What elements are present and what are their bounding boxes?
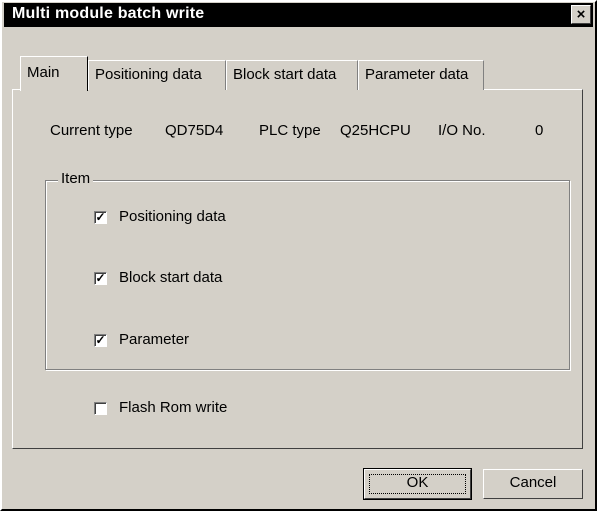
checkbox-label: Block start data (119, 269, 223, 286)
title-bar[interactable]: Multi module batch write × (4, 3, 593, 27)
plc-type-value: Q25HCPU (340, 122, 411, 139)
check-icon: ✓ (95, 333, 106, 347)
tab-positioning-data[interactable]: Positioning data (88, 60, 226, 90)
plc-type-label: PLC type (259, 122, 321, 139)
tab-block-start-data[interactable]: Block start data (226, 60, 358, 90)
current-type-value: QD75D4 (165, 122, 224, 139)
checkbox-box[interactable]: ✓ (94, 334, 107, 347)
tab-label: Main (27, 64, 60, 81)
current-type-label: Current type (50, 122, 133, 139)
io-no-label: I/O No. (438, 122, 486, 139)
cancel-button-label: Cancel (509, 474, 557, 491)
item-group-label: Item (58, 170, 94, 187)
close-button[interactable]: × (571, 5, 591, 24)
ok-button[interactable]: OK (363, 468, 472, 500)
check-icon: ✓ (95, 210, 106, 224)
tab-parameter-data[interactable]: Parameter data (358, 60, 484, 90)
checkbox-label: Parameter (119, 331, 190, 348)
checkbox-box[interactable] (94, 402, 107, 415)
cancel-button[interactable]: Cancel (483, 469, 583, 499)
io-no-value: 0 (535, 122, 544, 139)
checkbox-box[interactable]: ✓ (94, 272, 107, 285)
tab-label: Block start data (233, 66, 337, 83)
tab-label: Parameter data (365, 66, 469, 83)
checkbox-box[interactable]: ✓ (94, 211, 107, 224)
checkbox-label: Positioning data (119, 208, 226, 225)
tab-main[interactable]: Main (20, 56, 88, 91)
ok-button-label: OK (406, 474, 429, 491)
window-title: Multi module batch write (12, 5, 205, 22)
close-icon: × (576, 6, 586, 23)
tab-label: Positioning data (95, 66, 202, 83)
check-icon: ✓ (95, 271, 106, 285)
checkbox-label: Flash Rom write (119, 399, 228, 416)
